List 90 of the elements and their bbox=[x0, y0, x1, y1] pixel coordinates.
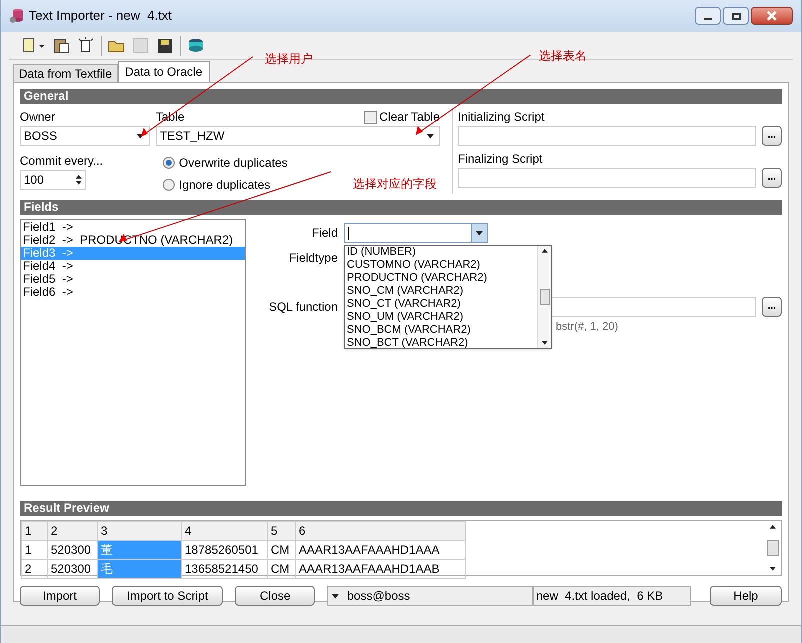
table-cell: 18785260501 bbox=[182, 540, 268, 560]
field-label: Field bbox=[310, 225, 339, 242]
down-arrow-icon bbox=[427, 134, 434, 138]
checkbox-label: Clear Table bbox=[380, 109, 440, 126]
column-header: 1 bbox=[22, 522, 48, 540]
open-document-icon[interactable] bbox=[21, 36, 47, 54]
field-combobox[interactable] bbox=[344, 223, 488, 243]
down-arrow-icon bbox=[542, 341, 548, 345]
script-field[interactable] bbox=[458, 168, 756, 188]
column-header: 6 bbox=[296, 522, 466, 540]
sql-hint: bstr(#, 1, 20) bbox=[556, 321, 618, 333]
field-list-item[interactable]: Field6 -> bbox=[21, 286, 245, 299]
checkbox[interactable] bbox=[364, 110, 377, 124]
help-button[interactable]: Help bbox=[710, 586, 782, 606]
section-header: Fields bbox=[20, 200, 782, 215]
dropdown-option[interactable]: CUSTOMNO (VARCHAR2) bbox=[345, 259, 537, 272]
save-icon[interactable] bbox=[156, 36, 174, 54]
status-text: new 4.txt loaded, 6 KB bbox=[533, 586, 692, 606]
annotation-label: 选择对应的字段 bbox=[353, 176, 437, 193]
database-icon[interactable] bbox=[187, 36, 205, 54]
browse-button[interactable]: ... bbox=[762, 168, 782, 188]
scrollbar[interactable] bbox=[537, 246, 551, 348]
close-icon bbox=[767, 11, 777, 21]
action-button[interactable]: Import bbox=[20, 586, 100, 606]
text-cursor bbox=[348, 226, 349, 240]
table-dropdown[interactable]: TEST_HZW bbox=[156, 126, 440, 146]
table-cell: CM bbox=[268, 540, 296, 560]
down-arrow-icon bbox=[76, 181, 82, 185]
annotation-label: 选择表名 bbox=[539, 48, 587, 65]
dropdown-option[interactable]: SNO_CM (VARCHAR2) bbox=[345, 285, 537, 298]
maximize-button[interactable] bbox=[723, 7, 749, 25]
column-header: 2 bbox=[48, 522, 98, 540]
field-list-item[interactable]: Field1 -> bbox=[21, 221, 245, 234]
scrollbar-thumb[interactable] bbox=[767, 540, 779, 556]
table-cell: CM bbox=[268, 560, 296, 578]
field-label: Commit every... bbox=[20, 153, 104, 170]
column-header: 5 bbox=[268, 522, 296, 540]
owner-dropdown[interactable]: BOSS bbox=[20, 126, 150, 146]
table-cell: 董 bbox=[98, 540, 182, 560]
up-arrow-icon bbox=[542, 249, 548, 253]
field-label: Initializing Script bbox=[458, 109, 546, 126]
down-arrow-icon bbox=[332, 594, 340, 598]
field-label: SQL function bbox=[268, 299, 339, 316]
table-cell: 2 bbox=[22, 560, 48, 578]
down-arrow-icon bbox=[770, 567, 776, 571]
field-list-item[interactable]: Field4 -> bbox=[21, 260, 245, 273]
dropdown-option[interactable]: SNO_UM (VARCHAR2) bbox=[345, 311, 537, 324]
browse-button[interactable]: ... bbox=[762, 297, 782, 317]
tab[interactable]: Data from Textfile bbox=[13, 64, 118, 82]
dropdown-option[interactable]: SNO_CT (VARCHAR2) bbox=[345, 298, 537, 311]
scrollbar-thumb[interactable] bbox=[540, 289, 550, 305]
column-header: 3 bbox=[98, 522, 182, 540]
dropdown-option[interactable]: SNO_BCM (VARCHAR2) bbox=[345, 324, 537, 337]
field-label: Finalizing Script bbox=[458, 151, 544, 168]
script-field[interactable] bbox=[458, 126, 756, 146]
database-icon bbox=[9, 8, 25, 24]
new-document-icon[interactable] bbox=[77, 36, 95, 54]
section-header: General bbox=[20, 89, 782, 104]
connection-dropdown[interactable]: boss@boss bbox=[327, 586, 534, 606]
field-label: Owner bbox=[20, 109, 56, 126]
table-cell: 毛 bbox=[98, 560, 182, 578]
dropdown-option[interactable]: SNO_BCT (VARCHAR2) bbox=[345, 337, 537, 350]
dropdown-option[interactable]: ID (NUMBER) bbox=[345, 246, 537, 259]
tab[interactable]: Data to Oracle bbox=[118, 61, 210, 82]
field-list-item[interactable]: Field2 -> PRODUCTNO (VARCHAR2) bbox=[21, 234, 245, 247]
field-label: Fieldtype bbox=[288, 250, 339, 267]
clipboard-icon[interactable] bbox=[53, 36, 71, 54]
radio-label: Overwrite duplicates bbox=[179, 155, 288, 172]
radio-button[interactable] bbox=[163, 179, 176, 191]
radio-button[interactable] bbox=[163, 157, 176, 169]
annotation-label: 选择用户 bbox=[265, 51, 313, 68]
table-cell: 1 bbox=[22, 540, 48, 560]
window-title: Text Importer - new 4.txt bbox=[29, 7, 172, 26]
table-cell: 13658521450 bbox=[182, 560, 268, 578]
action-button[interactable]: Import to Script bbox=[112, 586, 224, 606]
minimize-button[interactable] bbox=[695, 7, 721, 25]
table-cell: AAAR13AAFAAAHD1AAA bbox=[296, 540, 466, 560]
down-arrow-icon bbox=[476, 230, 483, 236]
browse-button[interactable]: ... bbox=[762, 126, 782, 146]
section-header: Result Preview bbox=[20, 501, 782, 516]
dropdown-option[interactable]: PRODUCTNO (VARCHAR2) bbox=[345, 272, 537, 285]
close-button[interactable] bbox=[751, 7, 793, 25]
field-list-item[interactable]: Field5 -> bbox=[21, 273, 245, 286]
column-header: 4 bbox=[182, 522, 268, 540]
up-arrow-icon bbox=[76, 175, 82, 179]
radio-label: Ignore duplicates bbox=[179, 177, 271, 194]
up-arrow-icon bbox=[770, 525, 776, 529]
table-cell: AAAR13AAFAAAHD1AAB bbox=[296, 560, 466, 578]
action-button[interactable]: Close bbox=[235, 586, 316, 606]
commit-spinner[interactable]: 100 bbox=[20, 170, 86, 190]
